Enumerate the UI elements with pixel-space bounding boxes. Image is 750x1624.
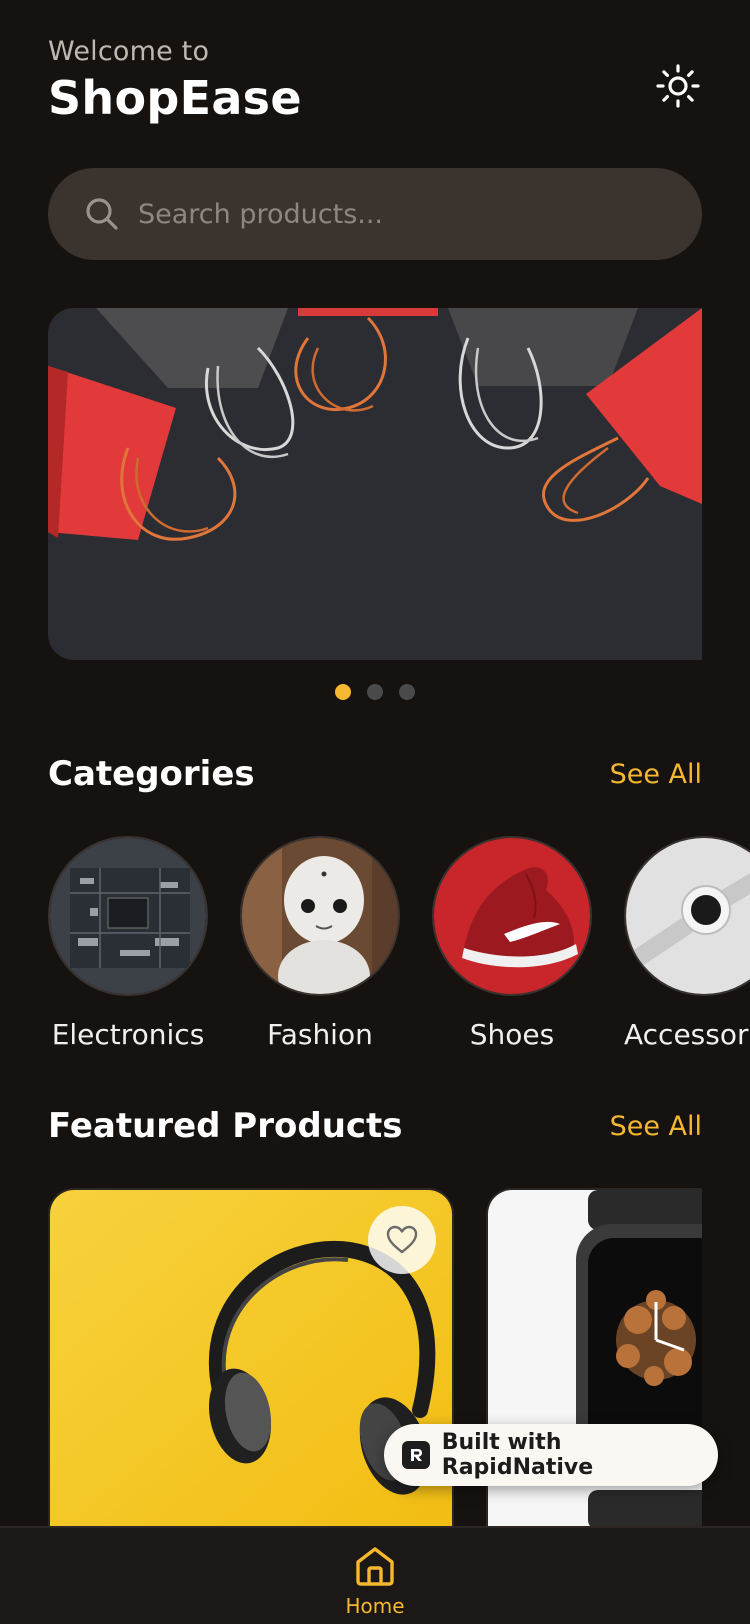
search-bar[interactable] [48,168,702,260]
carousel-indicator [0,684,750,700]
promo-banner[interactable] [48,308,702,660]
home-icon [356,1547,394,1586]
carousel-dot-active[interactable] [335,684,351,700]
category-image [624,836,750,996]
category-image [48,836,208,996]
category-label: Accessories [624,1018,750,1051]
categories-title: Categories [48,754,255,794]
category-item-shoes[interactable]: Shoes [432,836,592,1051]
category-item-fashion[interactable]: Fashion [240,836,400,1051]
theme-toggle-button[interactable] [654,62,702,110]
featured-title: Featured Products [48,1106,403,1146]
rapidnative-logo-icon [402,1441,430,1469]
carousel-dot[interactable] [399,684,415,700]
tab-label: Home [345,1594,405,1618]
built-with-badge[interactable]: Built with RapidNative [384,1424,718,1486]
category-image [240,836,400,996]
categories-header: Categories See All [48,754,702,794]
favorite-button[interactable] [368,1206,436,1274]
featured-header: Featured Products See All [48,1106,702,1146]
categories-list: Electronics Fashion Shoes Accessor [48,836,750,1056]
welcome-text: Welcome to [48,36,210,67]
category-item-accessories[interactable]: Accessories [624,836,750,1051]
header: Welcome to ShopEase [48,36,702,136]
sun-icon [656,64,700,108]
category-image [432,836,592,996]
search-icon [86,198,118,230]
featured-see-all-link[interactable]: See All [610,1111,702,1142]
search-input[interactable] [138,198,638,230]
app-title: ShopEase [48,71,302,125]
heart-icon [386,1225,418,1254]
tab-home[interactable]: Home [295,1528,455,1624]
category-label: Shoes [469,1018,555,1051]
category-item-electronics[interactable]: Electronics [48,836,208,1051]
carousel-dot[interactable] [367,684,383,700]
bottom-tab-bar: Home [0,1526,750,1624]
badge-text: Built with RapidNative [441,1430,594,1480]
categories-see-all-link[interactable]: See All [610,759,702,790]
shopping-bags-image [48,308,702,660]
category-label: Fashion [267,1018,373,1051]
category-label: Electronics [51,1018,205,1051]
